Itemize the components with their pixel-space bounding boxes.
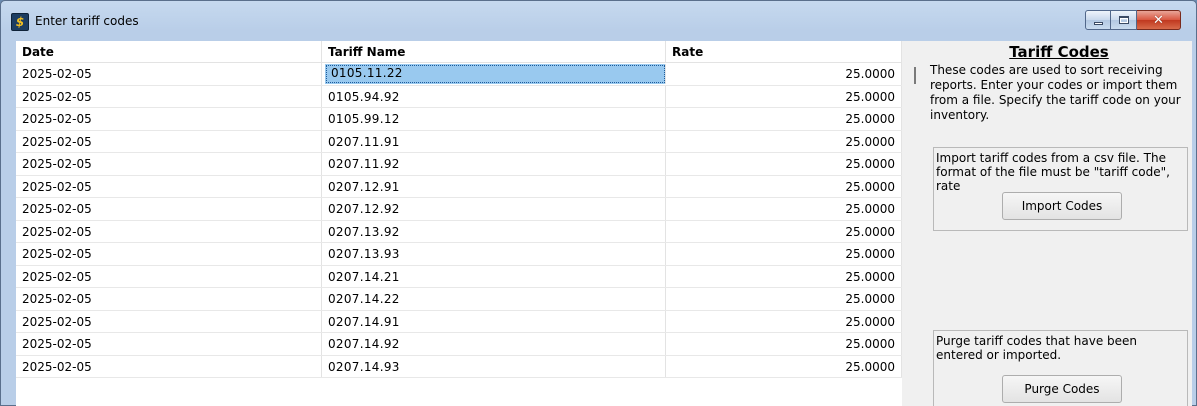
cell-rate[interactable]: 25.0000 <box>666 288 902 310</box>
close-button[interactable]: ✕ <box>1137 10 1181 30</box>
cell-date[interactable]: 2025-02-05 <box>16 355 322 377</box>
tariff-grid[interactable]: Date Tariff Name Rate 2025-02-05 0105.11.… <box>16 41 902 406</box>
cell-date[interactable]: 2025-02-05 <box>16 153 322 175</box>
cell-rate[interactable]: 25.0000 <box>666 175 902 197</box>
cell-tariff-name[interactable]: 0105.94.92 <box>322 85 666 107</box>
cell-rate[interactable]: 25.0000 <box>666 333 902 355</box>
cell-rate[interactable]: 25.0000 <box>666 310 902 332</box>
table-row[interactable]: 2025-02-05 0207.14.93 25.0000 <box>16 355 902 378</box>
table-row[interactable]: 2025-02-05 0207.12.91 25.0000 <box>16 175 902 198</box>
grid-scrollbar[interactable] <box>902 41 926 406</box>
import-description: Import tariff codes from a csv file. The… <box>936 151 1170 193</box>
cell-date[interactable]: 2025-02-05 <box>16 243 322 265</box>
minimize-icon <box>1093 21 1103 25</box>
tariff-codes-window: $ Enter tariff codes ✕ Date Tariff Name … <box>0 0 1197 406</box>
cell-tariff-name[interactable]: 0207.14.92 <box>322 333 666 355</box>
purge-description: Purge tariff codes that have been entere… <box>936 334 1138 362</box>
panel-title: Tariff Codes <box>1009 43 1109 61</box>
cell-tariff-name[interactable]: 0207.13.93 <box>322 243 666 265</box>
cell-rate[interactable]: 25.0000 <box>666 153 902 175</box>
window-title: Enter tariff codes <box>35 14 139 28</box>
cell-rate[interactable]: 25.0000 <box>666 265 902 287</box>
column-header-date[interactable]: Date <box>16 41 322 63</box>
import-group: Import tariff codes from a csv file. The… <box>933 147 1188 231</box>
column-header-tariff-name[interactable]: Tariff Name <box>322 41 666 63</box>
table-row[interactable]: 2025-02-05 0105.99.12 25.0000 <box>16 108 902 131</box>
cell-tariff-name[interactable]: 0207.14.22 <box>322 288 666 310</box>
cell-tariff-name[interactable]: 0207.11.91 <box>322 130 666 152</box>
purge-codes-button[interactable]: Purge Codes <box>1002 375 1122 403</box>
minimize-button[interactable] <box>1085 10 1111 30</box>
maximize-icon <box>1118 16 1129 24</box>
title-bar[interactable]: $ Enter tariff codes ✕ <box>1 1 1196 41</box>
info-panel: Tariff Codes These codes are used to sor… <box>926 41 1192 406</box>
cell-rate[interactable]: 25.0000 <box>666 355 902 377</box>
table-row[interactable]: 2025-02-05 0207.14.92 25.0000 <box>16 333 902 356</box>
cell-tariff-name[interactable]: 0207.14.93 <box>322 355 666 377</box>
cell-tariff-name[interactable]: 0207.14.21 <box>322 265 666 287</box>
table-row[interactable]: 2025-02-05 0105.94.92 25.0000 <box>16 85 902 108</box>
cell-date[interactable]: 2025-02-05 <box>16 265 322 287</box>
table-row[interactable]: 2025-02-05 0105.11.22 25.0000 <box>16 63 902 86</box>
cell-rate[interactable]: 25.0000 <box>666 63 902 85</box>
caption-buttons: ✕ <box>1085 10 1181 30</box>
table-row[interactable]: 2025-02-05 0207.13.93 25.0000 <box>16 243 902 266</box>
cell-rate[interactable]: 25.0000 <box>666 85 902 107</box>
grid-header: Date Tariff Name Rate <box>16 41 902 63</box>
table-row[interactable]: 2025-02-05 0207.13.92 25.0000 <box>16 220 902 243</box>
table-row[interactable]: 2025-02-05 0207.14.91 25.0000 <box>16 310 902 333</box>
cell-rate[interactable]: 25.0000 <box>666 130 902 152</box>
maximize-button[interactable] <box>1111 10 1137 30</box>
close-icon: ✕ <box>1153 12 1164 28</box>
cell-tariff-name[interactable]: 0207.13.92 <box>322 220 666 242</box>
cell-rate[interactable]: 25.0000 <box>666 243 902 265</box>
import-codes-button[interactable]: Import Codes <box>1002 192 1122 220</box>
purge-group: Purge tariff codes that have been entere… <box>933 330 1188 406</box>
client-area: Date Tariff Name Rate 2025-02-05 0105.11.… <box>16 41 1192 406</box>
cell-tariff-name[interactable]: 0207.12.91 <box>322 175 666 197</box>
cell-tariff-name[interactable]: 0105.99.12 <box>322 108 666 130</box>
cell-date[interactable]: 2025-02-05 <box>16 108 322 130</box>
app-icon: $ <box>11 13 29 31</box>
cell-date[interactable]: 2025-02-05 <box>16 310 322 332</box>
scrollbar-thumb[interactable] <box>914 67 916 84</box>
table-row[interactable]: 2025-02-05 0207.11.92 25.0000 <box>16 153 902 176</box>
cell-rate[interactable]: 25.0000 <box>666 198 902 220</box>
panel-description: These codes are used to sort receiving r… <box>930 63 1181 122</box>
cell-rate[interactable]: 25.0000 <box>666 108 902 130</box>
cell-tariff-name[interactable]: 0207.11.92 <box>322 153 666 175</box>
cell-date[interactable]: 2025-02-05 <box>16 198 322 220</box>
table-row[interactable]: 2025-02-05 0207.14.21 25.0000 <box>16 265 902 288</box>
cell-tariff-name-selected[interactable]: 0105.11.22 <box>325 64 666 84</box>
cell-date[interactable]: 2025-02-05 <box>16 175 322 197</box>
table-row[interactable]: 2025-02-05 0207.11.91 25.0000 <box>16 130 902 153</box>
grid-body: 2025-02-05 0105.11.22 25.0000 2025-02-05 010… <box>16 63 902 378</box>
cell-tariff-name[interactable]: 0207.14.91 <box>322 310 666 332</box>
cell-tariff-name[interactable]: 0207.12.92 <box>322 198 666 220</box>
cell-date[interactable]: 2025-02-05 <box>16 63 322 85</box>
cell-rate[interactable]: 25.0000 <box>666 220 902 242</box>
table-row[interactable]: 2025-02-05 0207.14.22 25.0000 <box>16 288 902 311</box>
table-row[interactable]: 2025-02-05 0207.12.92 25.0000 <box>16 198 902 221</box>
cell-date[interactable]: 2025-02-05 <box>16 220 322 242</box>
cell-date[interactable]: 2025-02-05 <box>16 130 322 152</box>
cell-date[interactable]: 2025-02-05 <box>16 333 322 355</box>
cell-date[interactable]: 2025-02-05 <box>16 288 322 310</box>
column-header-rate[interactable]: Rate <box>666 41 902 63</box>
cell-date[interactable]: 2025-02-05 <box>16 85 322 107</box>
